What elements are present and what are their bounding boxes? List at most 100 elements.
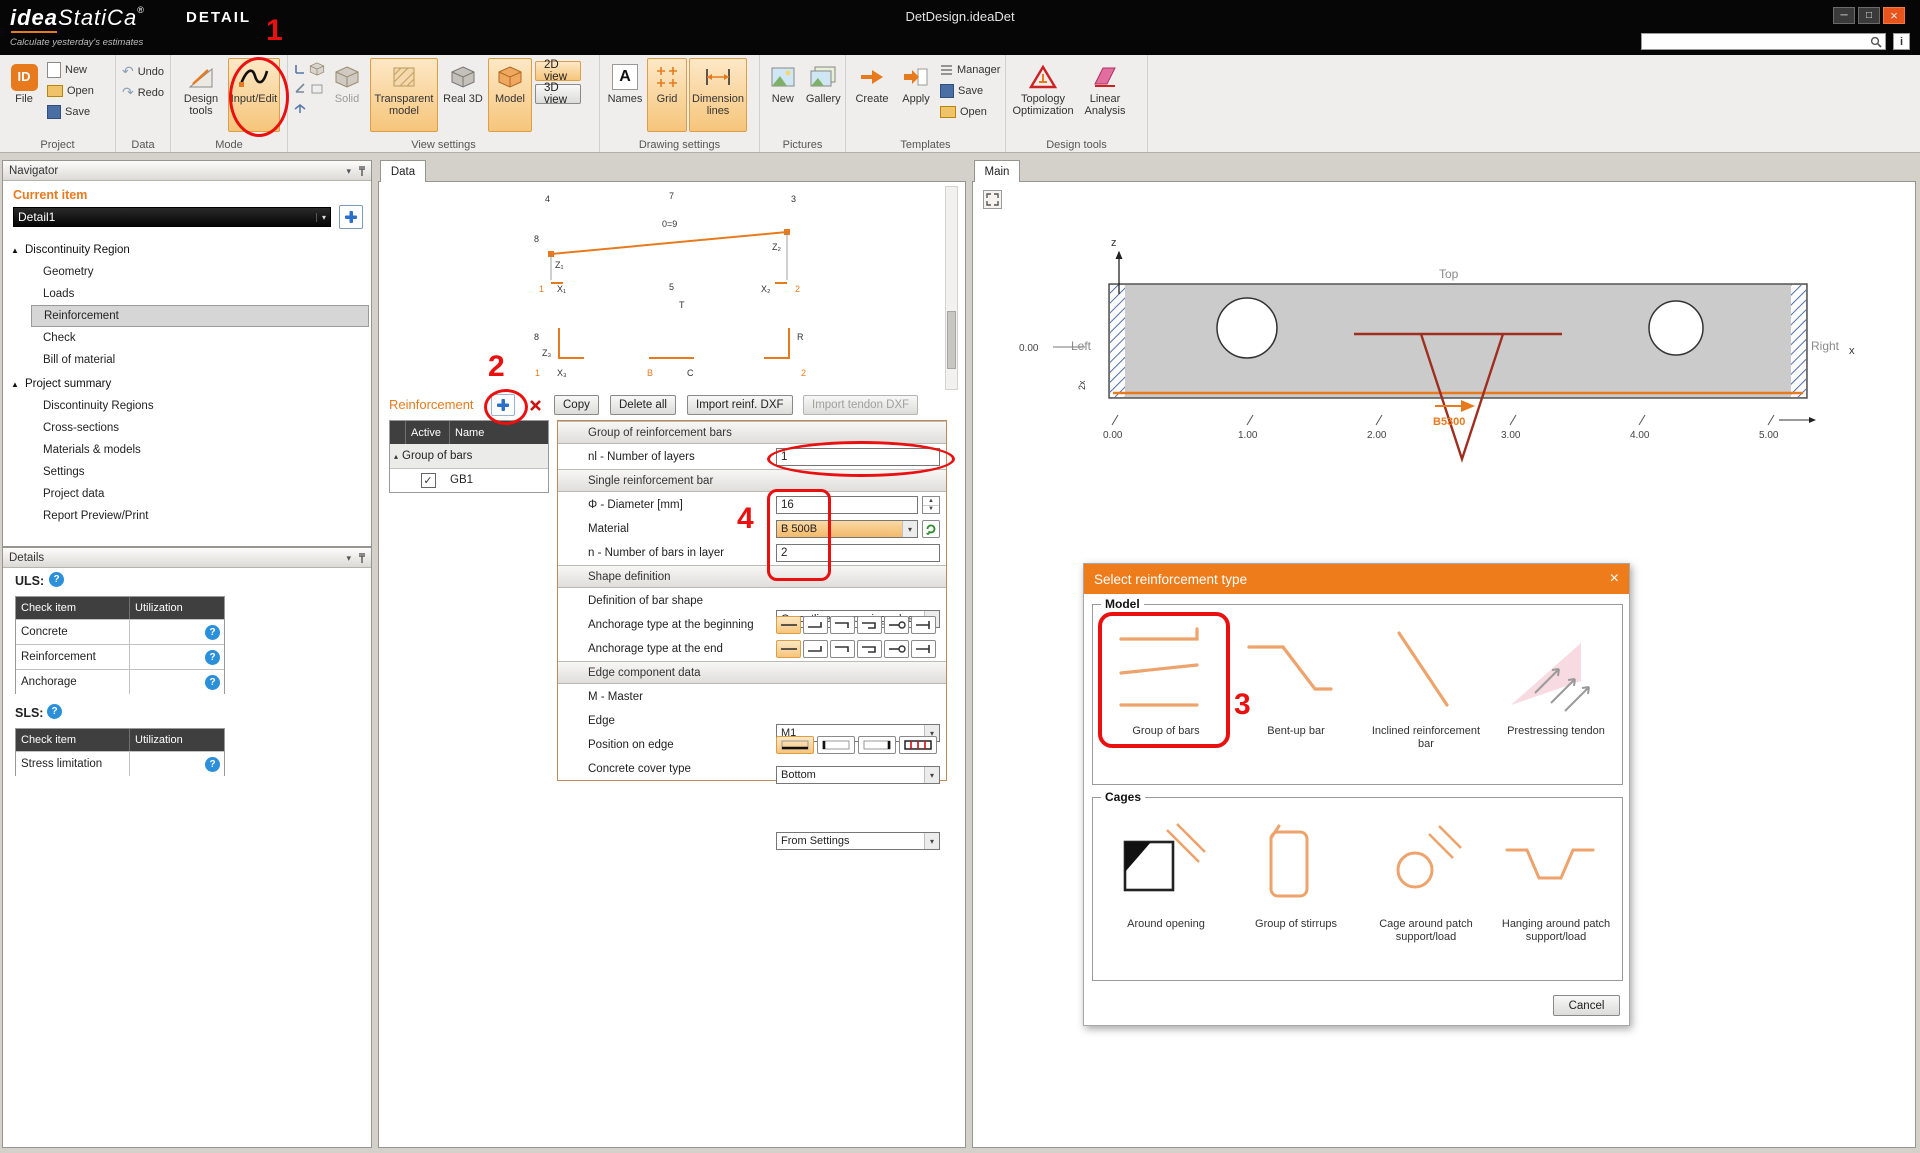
position-right-button[interactable] bbox=[858, 736, 896, 754]
material-library-button[interactable] bbox=[922, 520, 940, 538]
reinf-type-prestressing-tendon[interactable]: Prestressing tendon bbox=[1495, 619, 1617, 738]
open-button[interactable]: Open bbox=[44, 80, 97, 101]
search-icon[interactable] bbox=[1870, 36, 1885, 48]
template-apply-button[interactable]: Apply bbox=[896, 58, 936, 132]
anchorage-hook-up-button[interactable] bbox=[803, 640, 828, 658]
concrete-help-icon[interactable]: ? bbox=[205, 625, 220, 640]
anchorage-plate-button[interactable] bbox=[911, 616, 936, 634]
anchorage-u-hook-button[interactable] bbox=[857, 616, 882, 634]
add-reinforcement-button[interactable] bbox=[491, 394, 515, 416]
tab-main[interactable]: Main bbox=[974, 160, 1020, 182]
tree-item-cross-sections[interactable]: Cross-sections bbox=[3, 417, 371, 439]
reinf-type-inclined-bar[interactable]: Inclined reinforcement bar bbox=[1365, 619, 1487, 751]
active-checkbox[interactable]: ✓ bbox=[421, 473, 436, 488]
sls-help-icon[interactable]: ? bbox=[47, 704, 62, 719]
anchorage-hook-down-button[interactable] bbox=[830, 616, 855, 634]
workplane-icon[interactable] bbox=[308, 79, 325, 96]
tree-item-project-data[interactable]: Project data bbox=[3, 483, 371, 505]
template-open-button[interactable]: Open bbox=[937, 101, 1003, 122]
cage-around-patch-support[interactable]: Cage around patch support/load bbox=[1365, 812, 1487, 944]
maximize-button[interactable]: □ bbox=[1858, 7, 1880, 24]
reinf-type-group-of-bars[interactable]: Group of bars bbox=[1105, 619, 1227, 738]
tree-item-project-summary[interactable]: ▲Project summary bbox=[3, 373, 371, 395]
dimension-lines-button[interactable]: Dimension lines bbox=[689, 58, 747, 132]
anchorage-straight-button[interactable] bbox=[776, 640, 801, 658]
anchorage-hook-up-button[interactable] bbox=[803, 616, 828, 634]
navigator-pin-icon[interactable] bbox=[357, 165, 367, 177]
design-tools-button[interactable]: Design tools bbox=[176, 58, 226, 132]
axis-view-1-icon[interactable] bbox=[291, 60, 308, 77]
position-custom-button[interactable] bbox=[899, 736, 937, 754]
delete-all-button[interactable]: Delete all bbox=[610, 395, 676, 415]
tree-item-check[interactable]: Check bbox=[3, 327, 371, 349]
cube-view-icon[interactable] bbox=[308, 60, 325, 77]
details-pin-icon[interactable] bbox=[357, 552, 367, 564]
grid-button[interactable]: Grid bbox=[647, 58, 687, 132]
sketch-scrollbar[interactable] bbox=[945, 186, 958, 390]
close-button[interactable]: × bbox=[1883, 7, 1905, 24]
import-tendon-dxf-button[interactable]: Import tendon DXF bbox=[803, 395, 918, 415]
reinforcement-help-icon[interactable]: ? bbox=[205, 650, 220, 665]
axis-view-2-icon[interactable] bbox=[291, 79, 308, 96]
tree-item-loads[interactable]: Loads bbox=[3, 283, 371, 305]
tree-item-discontinuity-regions[interactable]: Discontinuity Regions bbox=[3, 395, 371, 417]
tree-item-settings[interactable]: Settings bbox=[3, 461, 371, 483]
dialog-close-icon[interactable]: × bbox=[1610, 570, 1619, 588]
view-2d-button[interactable]: 2D view bbox=[535, 61, 581, 81]
copy-button[interactable]: Copy bbox=[554, 395, 599, 415]
cage-group-of-stirrups[interactable]: Group of stirrups bbox=[1235, 812, 1357, 931]
anchorage-hook-down-button[interactable] bbox=[830, 640, 855, 658]
details-collapse-icon[interactable]: ▾ bbox=[346, 553, 351, 564]
position-bottom-button[interactable] bbox=[776, 736, 814, 754]
left-opening[interactable] bbox=[1217, 298, 1277, 358]
tree-item-discontinuity-region[interactable]: ▲Discontinuity Region bbox=[3, 239, 371, 261]
tree-item-bill-of-material[interactable]: Bill of material bbox=[3, 349, 371, 371]
axis-view-3-icon[interactable] bbox=[291, 98, 308, 115]
spinner-up-icon[interactable]: ▲ bbox=[923, 497, 939, 505]
position-left-button[interactable] bbox=[817, 736, 855, 754]
diameter-spinner[interactable]: ▲ ▼ bbox=[922, 496, 940, 514]
concrete-cover-combo[interactable]: From Settings ▾ bbox=[776, 832, 940, 850]
linear-analysis-button[interactable]: Linear Analysis bbox=[1077, 58, 1133, 132]
anchorage-straight-button[interactable] bbox=[776, 616, 801, 634]
cancel-button[interactable]: Cancel bbox=[1553, 995, 1620, 1016]
bars-in-layer-input[interactable]: 2 bbox=[776, 544, 940, 562]
dialog-title-bar[interactable]: Select reinforcement type × bbox=[1084, 564, 1629, 594]
anchorage-loop-button[interactable] bbox=[884, 616, 909, 634]
anchorage-u-hook-button[interactable] bbox=[857, 640, 882, 658]
tab-data[interactable]: Data bbox=[380, 160, 426, 182]
template-save-button[interactable]: Save bbox=[937, 80, 1003, 101]
tree-item-geometry[interactable]: Geometry bbox=[3, 261, 371, 283]
cage-around-opening[interactable]: Around opening bbox=[1105, 812, 1227, 931]
tree-item-reinforcement[interactable]: Reinforcement bbox=[31, 305, 369, 327]
tree-item-report-preview-print[interactable]: Report Preview/Print bbox=[3, 505, 371, 527]
reinf-type-bent-up-bar[interactable]: Bent-up bar bbox=[1235, 619, 1357, 738]
undo-button[interactable]: ↶Undo bbox=[119, 61, 170, 82]
redo-button[interactable]: ↷Redo bbox=[119, 82, 170, 103]
anchorage-plate-button[interactable] bbox=[911, 640, 936, 658]
material-combo[interactable]: B 500B ▾ bbox=[776, 520, 918, 538]
save-button[interactable]: Save bbox=[44, 101, 97, 122]
import-reinf-dxf-button[interactable]: Import reinf. DXF bbox=[687, 395, 793, 415]
edge-combo[interactable]: Bottom ▾ bbox=[776, 766, 940, 784]
model-button[interactable]: Model bbox=[488, 58, 532, 132]
sketch-scrollbar-thumb[interactable] bbox=[947, 311, 956, 369]
template-manager-button[interactable]: Manager bbox=[937, 59, 1003, 80]
spinner-down-icon[interactable]: ▼ bbox=[923, 505, 939, 514]
anchorage-help-icon[interactable]: ? bbox=[205, 675, 220, 690]
gallery-button[interactable]: Gallery bbox=[803, 58, 844, 132]
add-item-button[interactable] bbox=[339, 205, 363, 229]
number-of-layers-input[interactable]: 1 bbox=[776, 448, 940, 466]
uls-help-icon[interactable]: ? bbox=[49, 572, 64, 587]
current-item-combo[interactable]: Detail1 ▾ bbox=[13, 207, 331, 227]
search-input[interactable] bbox=[1642, 35, 1870, 48]
concrete-beam[interactable] bbox=[1109, 284, 1807, 398]
file-button[interactable]: ID File bbox=[5, 58, 43, 132]
minimize-button[interactable]: ─ bbox=[1833, 7, 1855, 24]
transparent-model-button[interactable]: Transparent model bbox=[370, 58, 438, 132]
cage-hanging-around-patch[interactable]: Hanging around patch support/load bbox=[1495, 812, 1617, 944]
solid-button[interactable]: Solid bbox=[326, 58, 368, 132]
names-button[interactable]: A Names bbox=[605, 58, 645, 132]
real-3d-button[interactable]: Real 3D bbox=[440, 58, 486, 132]
tree-item-materials-models[interactable]: Materials & models bbox=[3, 439, 371, 461]
